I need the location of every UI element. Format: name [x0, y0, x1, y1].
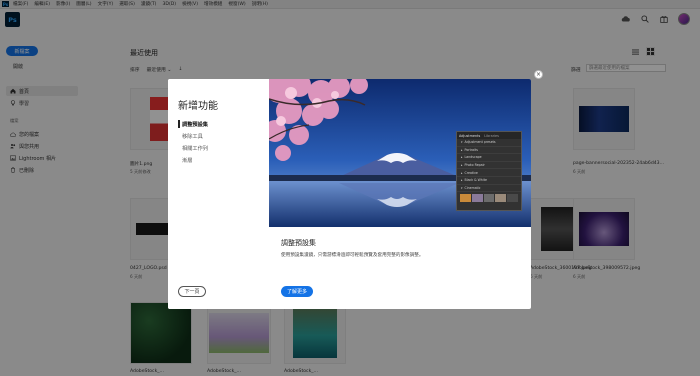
panel-row: ▸ Creative [457, 169, 521, 177]
preset-swatch [460, 194, 471, 203]
preset-swatches [457, 192, 521, 204]
panel-row-label: Portraits [464, 147, 478, 152]
close-dialog-button[interactable]: × [534, 70, 543, 79]
learn-more-button[interactable]: 了解更多 [281, 286, 313, 297]
chevron-right-icon: ▸ [461, 170, 463, 175]
feature-item-contextual-taskbar[interactable]: 相關工作列 [182, 145, 208, 152]
whats-new-dialog: 新增功能 調整預設集 移除工具 相關工作列 漸層 下一頁 Adjustments… [168, 79, 531, 309]
panel-row-label: Adjustment presets [464, 140, 496, 145]
panel-row: ▾ Cinematic [457, 185, 521, 193]
panel-row-label: Black & White [464, 178, 487, 183]
chevron-right-icon: ▸ [461, 178, 463, 183]
chevron-down-icon: ▾ [461, 185, 463, 190]
panel-row-label: Photo Repair [464, 163, 485, 168]
preset-swatch [495, 194, 507, 203]
chevron-right-icon: ▸ [461, 155, 463, 160]
adjustments-panel-preview: Adjustments Libraries ▾ Adjustment preset… [456, 131, 522, 211]
chevron-right-icon: ▸ [461, 163, 463, 168]
panel-row: ▸ Portraits [457, 147, 521, 155]
panel-row: ▸ Landscape [457, 154, 521, 162]
feature-detail-description: 使用預設集濾鏡，只需游標滑過即可輕鬆預覽及套用完整的影像調整。 [281, 253, 424, 258]
next-button[interactable]: 下一頁 [178, 286, 206, 297]
feature-item-gradient[interactable]: 漸層 [182, 157, 192, 164]
feature-item-remove-tool[interactable]: 移除工具 [182, 133, 203, 140]
chevron-right-icon: ▸ [461, 147, 463, 152]
panel-tab: Libraries [484, 133, 499, 138]
panel-row: ▾ Adjustment presets [457, 139, 521, 147]
panel-row-label: Creative [464, 170, 478, 175]
close-icon: × [535, 71, 542, 78]
preset-swatch [471, 194, 483, 203]
preset-swatch [507, 194, 518, 203]
dialog-title: 新增功能 [178, 101, 218, 112]
active-feature-indicator [178, 120, 180, 128]
chevron-down-icon: ▾ [461, 140, 463, 145]
panel-row: ▸ Black & White [457, 177, 521, 185]
feature-list-pane: 新增功能 調整預設集 移除工具 相關工作列 漸層 下一頁 [168, 79, 269, 309]
panel-row-label: Landscape [464, 155, 482, 160]
preset-swatch [483, 194, 495, 203]
panel-header: Adjustments Libraries [457, 132, 521, 139]
panel-title: Adjustments [459, 133, 481, 138]
feature-item-adjustment-presets[interactable]: 調整預設集 [182, 121, 208, 128]
panel-row: ▸ Photo Repair [457, 162, 521, 170]
photoshop-home-screen: Ps 檔案(F) 編輯(E) 影像(I) 圖層(L) 文字(Y) 選取(S) 濾… [0, 0, 700, 376]
feature-detail-title: 調整預設集 [281, 239, 316, 247]
panel-row-label: Cinematic [464, 185, 481, 190]
